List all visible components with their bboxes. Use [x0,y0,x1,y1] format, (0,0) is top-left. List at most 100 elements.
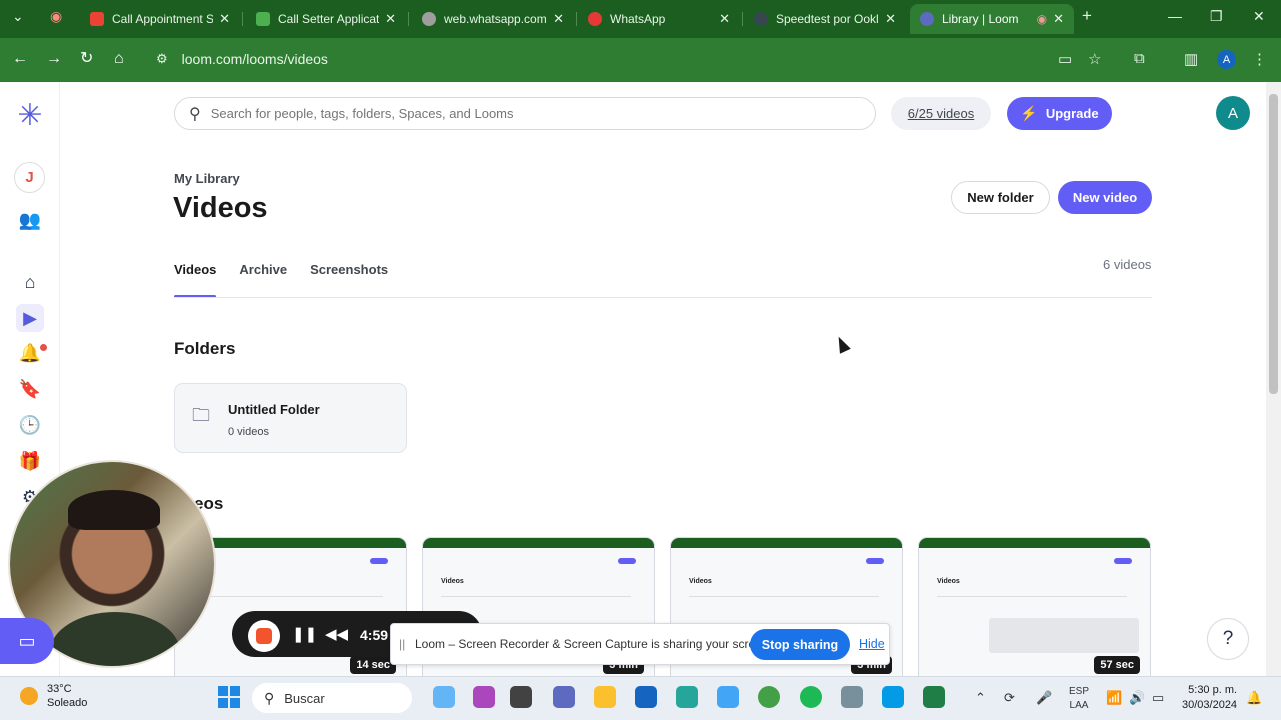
thumbnail-preview [689,596,879,597]
settings-app-icon[interactable] [717,686,739,708]
new-tab-icon[interactable]: + [1082,6,1092,26]
maximize-icon[interactable]: ❐ [1210,8,1223,25]
tab-videos[interactable]: Videos [174,262,217,298]
minimize-icon[interactable]: — [1168,8,1182,24]
skype-icon[interactable] [882,686,904,708]
new-folder-button[interactable]: New folder [951,181,1050,214]
extensions-icon[interactable]: ⧉ [1134,50,1145,67]
reload-icon[interactable]: ↻ [80,50,93,68]
scrollbar-thumb[interactable] [1269,94,1278,394]
home-nav-icon[interactable]: ⌂ [18,270,42,294]
restart-icon[interactable]: ◀◀ [325,625,348,643]
file-explorer-icon[interactable] [594,686,616,708]
folder-card[interactable]: 🗀 Untitled Folder 0 videos [174,383,407,453]
language-indicator[interactable]: ESP LAA [1069,685,1089,713]
tab-screenshots[interactable]: Screenshots [310,262,388,277]
thumbnail-title: Videos [937,578,960,585]
sync-icon[interactable]: ⟳ [1004,690,1015,706]
workspace-avatar[interactable]: J [14,162,45,193]
webcam-feed [50,612,180,666]
people-icon[interactable]: 👥 [18,208,42,232]
home-icon[interactable]: ⌂ [114,50,124,68]
app-icon [256,12,270,26]
thumbnail-preview [937,596,1127,597]
tab-archive[interactable]: Archive [239,262,287,277]
windows-start-icon[interactable] [218,686,240,708]
thumbnail-preview [671,538,902,548]
volume-icon[interactable]: 🔊 [1129,690,1145,706]
mouse-cursor-icon [833,334,851,354]
address-bar[interactable]: ⚙ loom.com/looms/videos [146,44,1146,74]
breadcrumb[interactable]: My Library [174,171,240,186]
system-clock[interactable]: 5:30 p. m. 30/03/2024 [1182,683,1237,713]
excel-icon[interactable] [923,686,945,708]
browser-tab-speedtest[interactable]: Speedtest por Ookl ✕ [744,4,906,34]
video-limit-counter[interactable]: 6/25 videos [891,97,991,130]
browser-profile-avatar[interactable]: A [1217,50,1236,69]
close-tab-icon[interactable]: ✕ [385,11,396,27]
page-scrollbar[interactable] [1266,82,1281,676]
taskbar-search[interactable]: ⚲ Buscar [252,683,412,713]
spotify-icon[interactable] [800,686,822,708]
browser-tab-web-whatsapp[interactable]: web.whatsapp.com ✕ [412,4,574,34]
url-text: loom.com/looms/videos [181,51,328,67]
close-tab-icon[interactable]: ✕ [719,11,730,27]
close-window-icon[interactable]: ✕ [1253,8,1265,25]
notification-bell-icon[interactable]: 🔔 [1246,690,1262,706]
new-video-button[interactable]: New video [1058,181,1152,214]
loom-logo-icon[interactable]: ✳ [14,100,46,132]
pause-icon[interactable]: ❚❚ [292,625,317,643]
cast-icon[interactable]: ▭ [1058,50,1072,68]
video-card[interactable]: Videos 57 sec [918,537,1151,677]
search-bar[interactable]: ⚲ [174,97,876,130]
microphone-icon[interactable]: 🎤 [1036,690,1052,706]
browser-tab-library-loom[interactable]: Library | Loom ◉ ✕ [910,4,1074,34]
thumbnail-preview [370,558,388,564]
task-view-icon[interactable] [510,686,532,708]
tab-search-icon[interactable]: ⌄ [12,8,24,25]
record-tab-icon[interactable]: ◉ [50,8,62,25]
stop-recording-button[interactable] [248,620,280,652]
help-button[interactable]: ? [1207,618,1249,660]
close-tab-icon[interactable]: ✕ [553,11,564,27]
teams-icon[interactable] [553,686,575,708]
stop-sharing-button[interactable]: Stop sharing [750,629,850,660]
thumbnail-preview [618,558,636,564]
notifications-icon[interactable]: 🔔 [18,341,42,365]
browser-tab-whatsapp[interactable]: WhatsApp ✕ [578,4,740,34]
drag-handle-icon[interactable]: || [399,637,405,651]
forward-icon[interactable]: → [46,50,62,68]
tray-chevron-icon[interactable]: ⌃ [975,690,986,706]
mail-icon[interactable] [635,686,657,708]
gear-app-icon[interactable] [841,686,863,708]
side-panel-icon[interactable]: ▥ [1184,50,1198,68]
widgets-icon[interactable] [433,686,455,708]
close-tab-icon[interactable]: ✕ [885,11,896,27]
back-icon[interactable]: ← [12,50,28,68]
hide-link[interactable]: Hide [859,637,885,651]
browser-tab-call-appointment[interactable]: Call Appointment S ✕ [80,4,240,34]
bookmark-star-icon[interactable]: ☆ [1088,50,1101,68]
copilot-icon[interactable] [473,686,495,708]
user-avatar[interactable]: A [1216,96,1250,130]
browser-tab-call-setter[interactable]: Call Setter Applicati ✕ [246,4,406,34]
close-tab-icon[interactable]: ✕ [219,11,230,27]
upgrade-button[interactable]: ⚡ Upgrade [1007,97,1112,130]
bookmark-icon[interactable]: 🔖 [18,377,42,401]
edge-icon[interactable] [676,686,698,708]
history-clock-icon[interactable]: 🕒 [18,413,42,437]
recording-timer: 4:59 [360,627,389,643]
camera-toggle-button[interactable]: ▭ [0,618,54,664]
gift-icon[interactable]: 🎁 [18,449,42,473]
library-nav-icon[interactable]: ▶ [16,304,44,332]
upgrade-label: Upgrade [1045,106,1099,121]
chrome-icon[interactable] [758,686,780,708]
close-tab-icon[interactable]: ✕ [1053,11,1064,27]
search-input[interactable] [210,106,875,121]
thumbnail-preview [866,558,884,564]
browser-menu-icon[interactable]: ⋮ [1252,50,1267,68]
weather-widget[interactable]: 33°C Soleado [20,682,87,710]
site-settings-icon[interactable]: ⚙ [156,51,168,67]
battery-icon[interactable]: ▭ [1152,690,1164,706]
wifi-icon[interactable]: 📶 [1106,690,1122,706]
